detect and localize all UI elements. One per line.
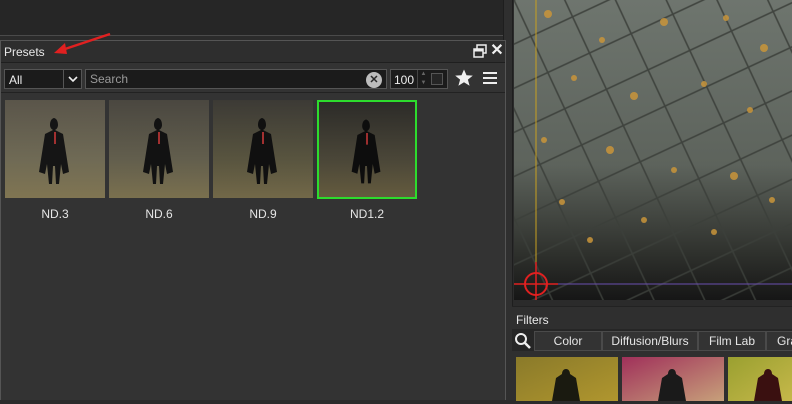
hamburger-menu-icon[interactable]	[483, 72, 497, 84]
filters-title: Filters	[516, 313, 549, 327]
filters-tab-bar: Color Diffusion/Blurs Film Lab Gra	[512, 329, 792, 351]
star-icon[interactable]	[454, 68, 474, 88]
presets-toolbar: All ✕ 100 ▲ ▼	[1, 65, 505, 93]
filter-thumb[interactable]	[728, 357, 792, 401]
filter-thumb[interactable]	[516, 357, 618, 401]
category-select[interactable]: All	[4, 69, 82, 89]
close-icon[interactable]: ✕	[489, 42, 505, 60]
preset-thumb[interactable]: ND.6	[109, 100, 209, 221]
tab-color[interactable]: Color	[534, 331, 602, 351]
preset-label: ND1.2	[349, 207, 384, 221]
photo-preview[interactable]	[514, 0, 792, 300]
preset-thumb-image[interactable]	[109, 100, 209, 198]
magnifier-icon[interactable]	[514, 332, 532, 350]
preset-thumb[interactable]: ND.3	[5, 100, 105, 221]
preset-thumb[interactable]: ND.9	[213, 100, 313, 221]
size-reset-button[interactable]	[431, 73, 443, 85]
size-up-icon[interactable]: ▲	[418, 70, 429, 79]
thumbnail-size-value[interactable]: 100	[394, 73, 414, 87]
category-select-value: All	[9, 73, 23, 87]
search-input[interactable]	[85, 69, 387, 89]
preset-label: ND.9	[249, 207, 277, 221]
chevron-down-icon[interactable]	[63, 70, 81, 88]
filters-panel: Filters Color Diffusion/Blurs Film Lab G…	[512, 306, 792, 401]
filter-thumb[interactable]	[622, 357, 724, 401]
preset-thumb-selected[interactable]: ND1.2	[317, 100, 417, 221]
preset-label: ND.6	[145, 207, 173, 221]
tab-film-lab[interactable]: Film Lab	[698, 331, 766, 351]
tab-diffusion-blurs[interactable]: Diffusion/Blurs	[602, 331, 698, 351]
preset-thumb-image[interactable]	[213, 100, 313, 198]
presets-grid: ND.3 ND.6 ND.9 ND1.2	[5, 100, 505, 230]
presets-title: Presets	[4, 45, 45, 59]
thumbnail-size-stepper[interactable]: 100 ▲ ▼	[390, 69, 448, 89]
image-canvas[interactable]	[514, 0, 792, 300]
preset-label: ND.3	[41, 207, 69, 221]
size-down-icon[interactable]: ▼	[418, 79, 429, 88]
red-arrow-icon	[54, 32, 111, 54]
filters-thumbnail-strip	[516, 357, 792, 401]
presets-panel: Presets ✕ All ✕ 100 ▲ ▼	[0, 40, 506, 400]
float-window-icon[interactable]	[473, 44, 487, 58]
size-spin-arrows[interactable]: ▲ ▼	[417, 70, 429, 88]
preset-thumb-image[interactable]	[317, 100, 417, 199]
preset-thumb-image[interactable]	[5, 100, 105, 198]
tab-graduated[interactable]: Gra	[766, 331, 792, 351]
clear-search-icon[interactable]: ✕	[366, 72, 382, 88]
